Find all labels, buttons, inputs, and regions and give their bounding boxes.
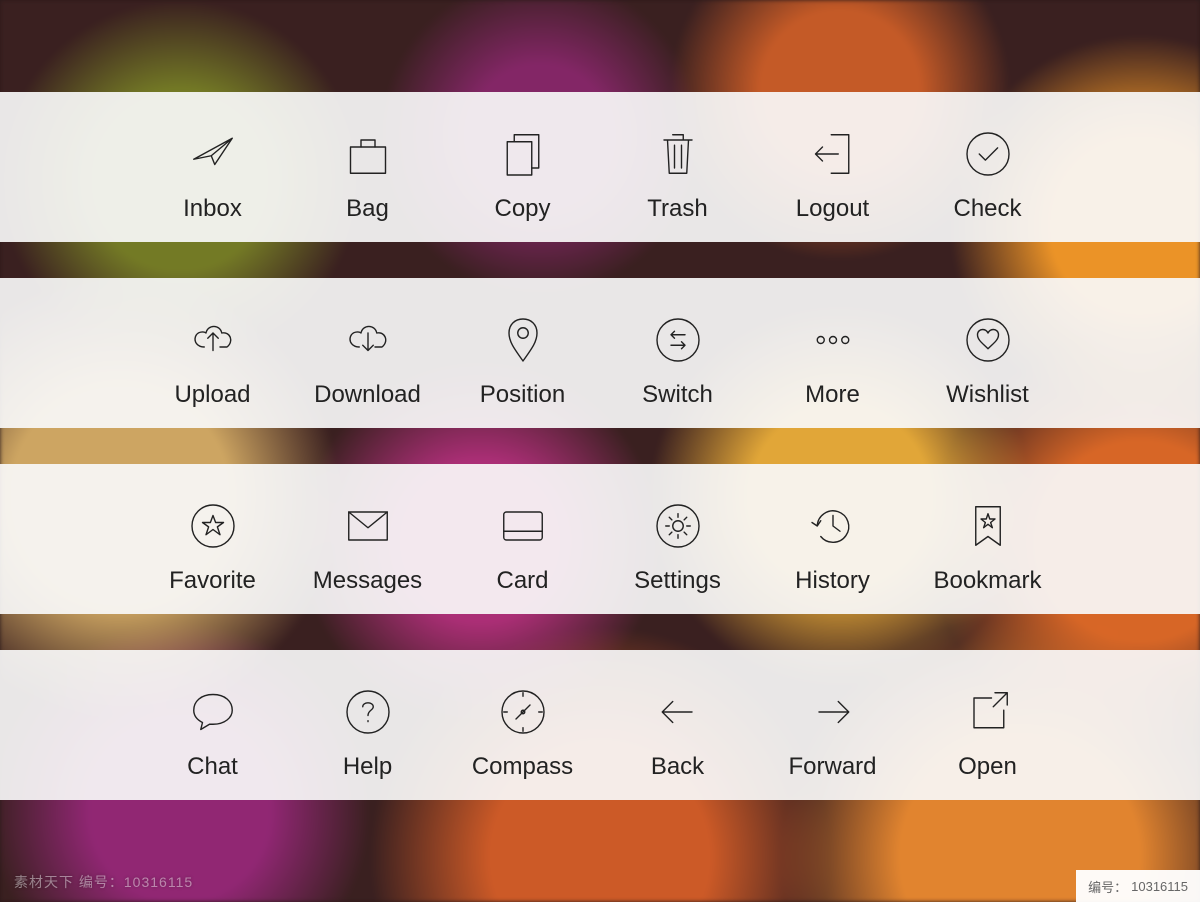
- icon-label: Forward: [788, 753, 876, 781]
- messages-item[interactable]: Messages: [290, 487, 445, 595]
- bag-item[interactable]: Bag: [290, 115, 445, 223]
- download-item[interactable]: Download: [290, 301, 445, 409]
- compass-icon: [488, 673, 558, 751]
- icon-label: Open: [958, 753, 1017, 781]
- icon-label: Bag: [346, 195, 389, 223]
- bag-icon: [333, 115, 403, 193]
- icon-label: Position: [480, 381, 565, 409]
- icon-label: Compass: [472, 753, 573, 781]
- settings-icon: [643, 487, 713, 565]
- open-icon: [953, 673, 1023, 751]
- upload-item[interactable]: Upload: [135, 301, 290, 409]
- icon-label: More: [805, 381, 860, 409]
- history-item[interactable]: History: [755, 487, 910, 595]
- help-icon: [333, 673, 403, 751]
- icon-label: History: [795, 567, 870, 595]
- watermark-label: 编号：: [1088, 877, 1127, 896]
- icon-label: Chat: [187, 753, 238, 781]
- trash-item[interactable]: Trash: [600, 115, 755, 223]
- check-item[interactable]: Check: [910, 115, 1065, 223]
- back-icon: [643, 673, 713, 751]
- forward-item[interactable]: Forward: [755, 673, 910, 781]
- logout-icon: [798, 115, 868, 193]
- favorite-item[interactable]: Favorite: [135, 487, 290, 595]
- copy-item[interactable]: Copy: [445, 115, 600, 223]
- icon-label: Card: [496, 567, 548, 595]
- icon-row-1: Inbox Bag Copy Trash Logout: [0, 92, 1200, 242]
- icon-label: Trash: [647, 195, 707, 223]
- check-icon: [953, 115, 1023, 193]
- icon-row-2: Upload Download Position Switch More: [0, 278, 1200, 428]
- wishlist-icon: [953, 301, 1023, 379]
- help-item[interactable]: Help: [290, 673, 445, 781]
- card-item[interactable]: Card: [445, 487, 600, 595]
- icon-label: Check: [953, 195, 1021, 223]
- compass-item[interactable]: Compass: [445, 673, 600, 781]
- logout-item[interactable]: Logout: [755, 115, 910, 223]
- open-item[interactable]: Open: [910, 673, 1065, 781]
- switch-icon: [643, 301, 713, 379]
- favorite-icon: [178, 487, 248, 565]
- inbox-icon: [178, 115, 248, 193]
- upload-icon: [178, 301, 248, 379]
- icon-label: Messages: [313, 567, 422, 595]
- settings-item[interactable]: Settings: [600, 487, 755, 595]
- chat-icon: [178, 673, 248, 751]
- icon-row-3: Favorite Messages Card Settings History: [0, 464, 1200, 614]
- back-item[interactable]: Back: [600, 673, 755, 781]
- icon-label: Inbox: [183, 195, 242, 223]
- icon-label: Logout: [796, 195, 869, 223]
- wishlist-item[interactable]: Wishlist: [910, 301, 1065, 409]
- position-icon: [488, 301, 558, 379]
- inbox-item[interactable]: Inbox: [135, 115, 290, 223]
- bookmark-item[interactable]: Bookmark: [910, 487, 1065, 595]
- trash-icon: [643, 115, 713, 193]
- icon-label: Switch: [642, 381, 713, 409]
- icon-label: Settings: [634, 567, 721, 595]
- icon-label: Help: [343, 753, 392, 781]
- copy-icon: [488, 115, 558, 193]
- download-icon: [333, 301, 403, 379]
- bookmark-icon: [953, 487, 1023, 565]
- watermark-left: 素材天下 编号：10316115: [14, 872, 193, 892]
- icon-label: Copy: [494, 195, 550, 223]
- icon-row-4: Chat Help Compass Back Forward: [0, 650, 1200, 800]
- icon-label: Favorite: [169, 567, 256, 595]
- icon-label: Download: [314, 381, 421, 409]
- icon-set: Inbox Bag Copy Trash Logout: [0, 0, 1200, 902]
- chat-item[interactable]: Chat: [135, 673, 290, 781]
- more-icon: [798, 301, 868, 379]
- forward-icon: [798, 673, 868, 751]
- icon-label: Bookmark: [933, 567, 1041, 595]
- icon-label: Wishlist: [946, 381, 1029, 409]
- icon-label: Back: [651, 753, 704, 781]
- position-item[interactable]: Position: [445, 301, 600, 409]
- more-item[interactable]: More: [755, 301, 910, 409]
- watermark-right: 编号： 10316115: [1076, 870, 1200, 902]
- watermark-value: 10316115: [1131, 879, 1188, 894]
- card-icon: [488, 487, 558, 565]
- icon-label: Upload: [174, 381, 250, 409]
- history-icon: [798, 487, 868, 565]
- messages-icon: [333, 487, 403, 565]
- switch-item[interactable]: Switch: [600, 301, 755, 409]
